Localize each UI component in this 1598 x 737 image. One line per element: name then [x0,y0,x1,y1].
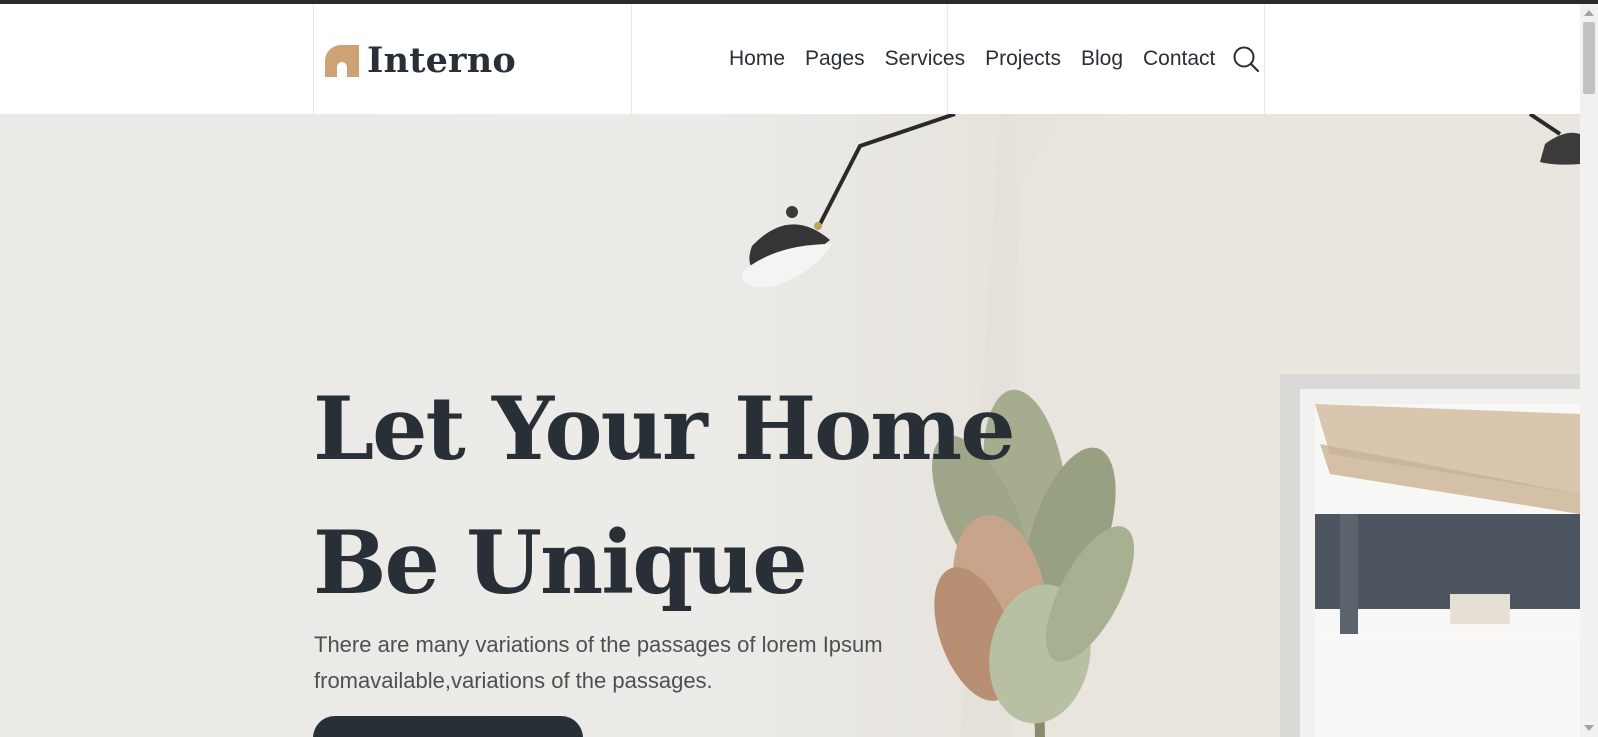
search-icon[interactable] [1231,44,1261,74]
nav-item-blog[interactable]: Blog [1081,47,1123,71]
scroll-down-arrow-icon[interactable] [1584,725,1594,731]
logo-text: Interno [367,39,516,81]
nav-item-services[interactable]: Services [885,47,966,71]
hero-title-line: Be Unique [313,511,808,614]
wall-lamp [742,206,832,288]
hero-title-line: Let Your Home [313,377,1016,480]
nav-item-home[interactable]: Home [729,47,785,71]
nav-item-contact[interactable]: Contact [1143,47,1215,71]
logo[interactable]: Interno [325,39,516,81]
hero-description-line: There are many variations of the passage… [314,632,883,657]
hero-description: There are many variations of the passage… [314,627,954,699]
hero-title: Let Your Home Be Unique [313,362,1016,630]
hero-description-line: fromavailable,variations of the passages… [314,668,713,693]
hero-cta-button[interactable] [313,716,583,737]
scroll-up-arrow-icon[interactable] [1584,10,1594,16]
nav-item-projects[interactable]: Projects [985,47,1061,71]
main-nav: Home Pages Services Projects Blog Contac… [729,44,1261,74]
nav-item-pages[interactable]: Pages [805,47,865,71]
layout-guide-line [631,4,632,114]
layout-guide-line [1264,4,1265,114]
page-scrollbar[interactable] [1580,4,1598,737]
window [1280,374,1580,737]
scrollbar-thumb[interactable] [1583,22,1595,94]
hero-section: Let Your Home Be Unique There are many v… [0,114,1580,737]
logo-arch-icon [325,43,359,77]
layout-guide-line [313,4,314,114]
